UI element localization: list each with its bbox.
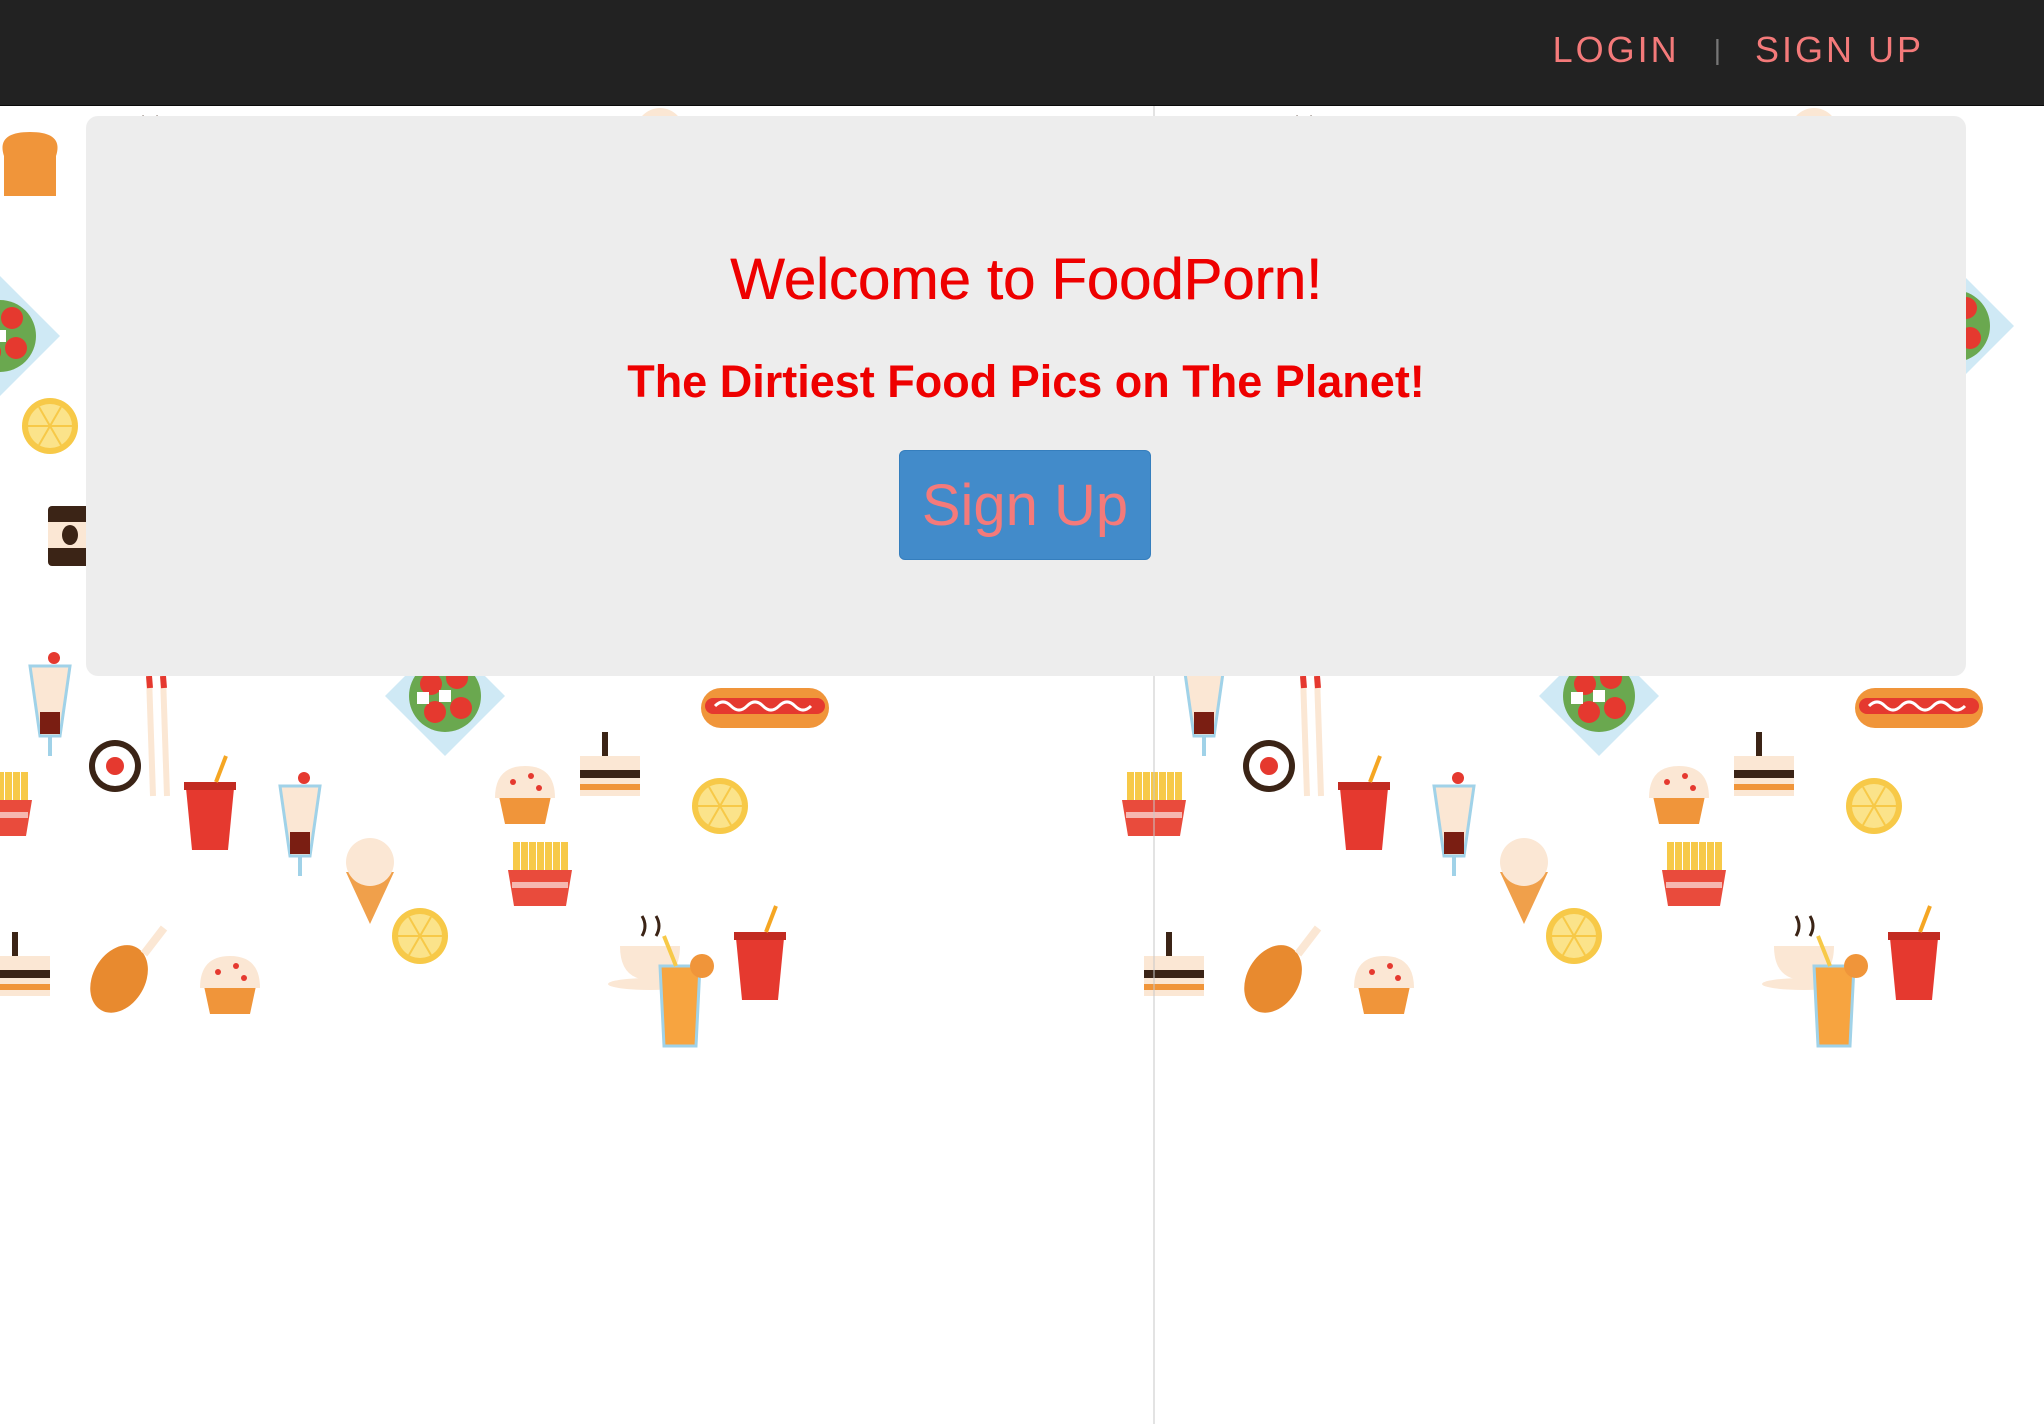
ice-cream-icon <box>1500 838 1548 924</box>
sushi-icon <box>89 740 141 792</box>
sushi-icon <box>1243 740 1295 792</box>
milkshake-icon <box>1432 772 1476 876</box>
cupcake-icon <box>200 956 260 1014</box>
chopsticks-icon <box>146 675 170 797</box>
chopsticks-icon <box>1300 675 1324 797</box>
nav-separator: | <box>1713 34 1721 65</box>
ice-cream-icon <box>346 838 394 924</box>
cupcake-icon <box>1354 956 1414 1014</box>
fries-icon <box>1662 842 1726 906</box>
fries-icon <box>0 772 32 836</box>
soda-icon <box>734 905 786 1000</box>
lemon-icon <box>692 778 748 834</box>
fries-icon <box>508 842 572 906</box>
lemon-icon <box>1846 778 1902 834</box>
top-navbar: LOGIN | SIGN UP <box>0 0 2044 106</box>
chicken-leg-icon <box>90 925 168 1013</box>
cake-icon <box>1734 732 1794 796</box>
toast-icon <box>2 132 58 196</box>
cake-icon <box>0 932 50 996</box>
hero-subtitle: The Dirtiest Food Pics on The Planet! <box>627 356 1425 407</box>
login-link[interactable]: LOGIN <box>1553 29 1680 71</box>
salad-icon <box>0 276 60 396</box>
nav-links: LOGIN | SIGN UP <box>1553 0 1924 100</box>
milkshake-icon <box>278 772 322 876</box>
chicken-leg-icon <box>1244 925 1322 1013</box>
cupcake-icon <box>495 766 555 824</box>
signup-link[interactable]: SIGN UP <box>1755 29 1924 71</box>
soda-icon <box>184 755 236 850</box>
milkshake-icon <box>28 652 72 756</box>
lemon-icon <box>22 398 78 454</box>
cake-icon <box>580 732 640 796</box>
cupcake-icon <box>1649 766 1709 824</box>
hotdog-icon <box>1855 688 1983 728</box>
hotdog-icon <box>701 688 829 728</box>
hero-title: Welcome to FoodPorn! <box>729 247 1323 312</box>
soda-icon <box>1888 905 1940 1000</box>
hero-jumbotron: Welcome to FoodPorn! The Dirtiest Food P… <box>86 116 1966 676</box>
soda-icon <box>1338 755 1390 850</box>
hero-signup-button[interactable]: Sign Up <box>899 450 1151 560</box>
lemon-icon <box>1546 908 1602 964</box>
lemon-icon <box>392 908 448 964</box>
